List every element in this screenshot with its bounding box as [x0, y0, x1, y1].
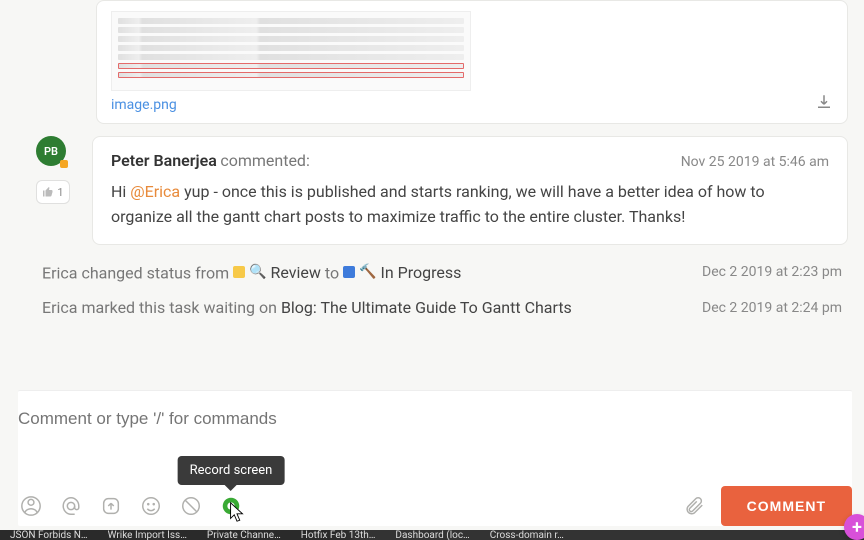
comment-timestamp: Nov 25 2019 at 5:46 am [681, 154, 829, 170]
taskbar-item[interactable]: Hotfix Feb 13th… [291, 530, 386, 540]
hammer-icon: 🔨 [359, 265, 376, 279]
fab-add-button[interactable]: + [844, 514, 864, 540]
taskbar-item[interactable]: JSON Forbids N… [0, 530, 98, 540]
comment-composer: Record screen COMMENT [18, 390, 852, 526]
comment-row: PB 1 Peter Banerjea commented: Nov 25 20… [36, 136, 848, 245]
taskbar-item[interactable]: Dashboard (loc… [385, 530, 479, 540]
download-icon[interactable] [815, 93, 833, 111]
taskbar-item[interactable]: Private Channe… [197, 530, 291, 540]
status-color-inprogress [343, 266, 355, 278]
attachment-filename[interactable]: image.png [111, 97, 833, 113]
block-icon[interactable] [178, 493, 204, 519]
mention[interactable]: @Erica [130, 182, 180, 201]
taskbar-item[interactable]: Wrike Import Iss… [98, 530, 197, 540]
attachment-thumbnail [111, 11, 471, 91]
like-count: 1 [57, 186, 63, 199]
taskbar-item[interactable]: Cross-domain r… [480, 530, 574, 540]
comment-verb: commented: [220, 151, 310, 170]
attachment-card[interactable]: image.png [96, 0, 848, 124]
attach-icon[interactable] [681, 493, 707, 519]
comment-body: Hi @Erica yup - once this is published a… [111, 180, 829, 230]
avatar[interactable]: PB [36, 136, 66, 166]
status-color-review [233, 266, 245, 278]
activity-timestamp: Dec 2 2019 at 2:23 pm [702, 264, 842, 280]
emoji-icon[interactable] [138, 493, 164, 519]
magnifier-icon: 🔍 [249, 265, 266, 279]
tooltip: Record screen [178, 456, 285, 485]
comment-submit-button[interactable]: COMMENT [721, 486, 852, 526]
upload-icon[interactable] [98, 493, 124, 519]
assignee-icon[interactable] [18, 493, 44, 519]
taskbar: JSON Forbids N… Wrike Import Iss… Privat… [0, 530, 864, 540]
record-screen-button[interactable]: Record screen [218, 493, 244, 519]
comment-input[interactable] [18, 403, 852, 435]
comment-card: Peter Banerjea commented: Nov 25 2019 at… [92, 136, 848, 245]
mention-icon[interactable] [58, 493, 84, 519]
activity-timestamp: Dec 2 2019 at 2:24 pm [702, 300, 842, 316]
activity-waiting-on: Erica marked this task waiting on Blog: … [36, 288, 848, 323]
dependency-link[interactable]: Blog: The Ultimate Guide To Gantt Charts [281, 298, 572, 317]
activity-status-change: Erica changed status from 🔍Review to 🔨In… [36, 253, 848, 289]
like-button[interactable]: 1 [36, 180, 70, 204]
comment-author[interactable]: Peter Banerjea [111, 151, 217, 170]
